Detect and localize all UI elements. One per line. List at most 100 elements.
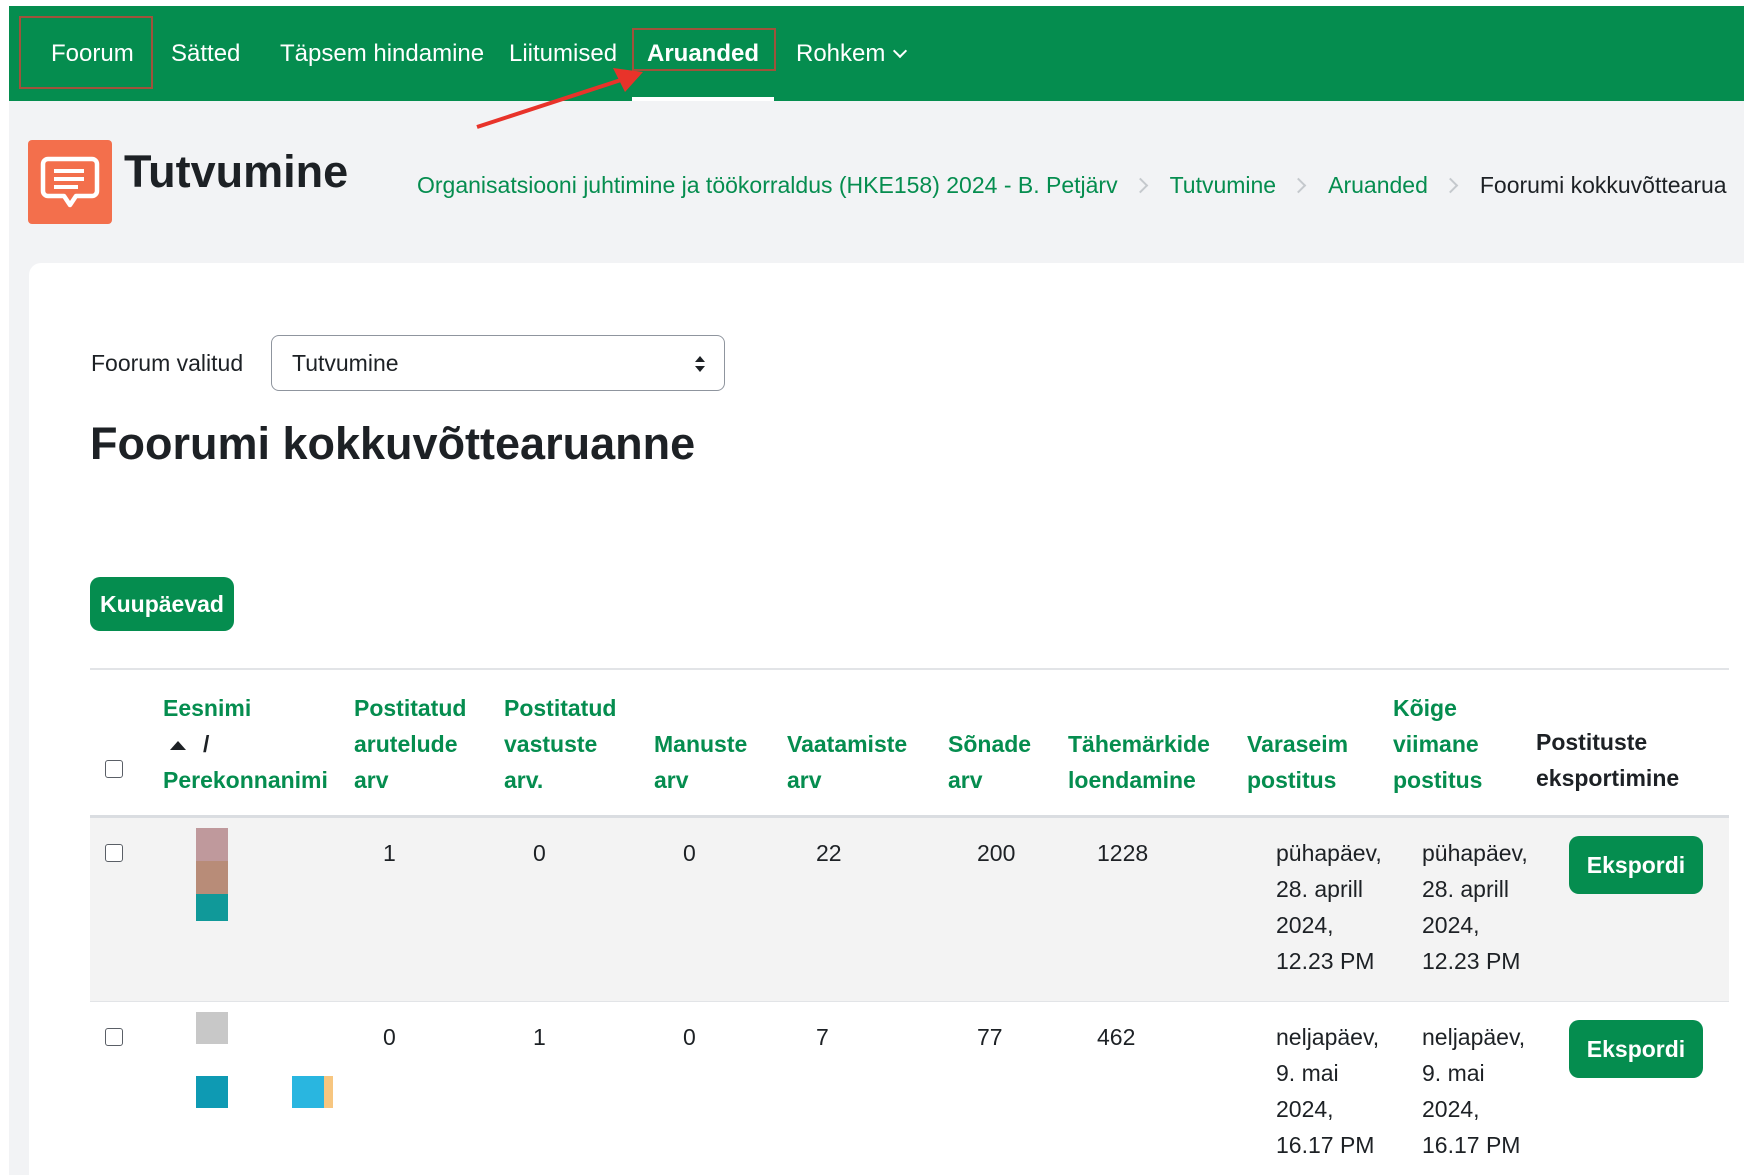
redacted-name-block <box>196 1012 228 1044</box>
column-header-chars[interactable]: Tähemärkide loendamine <box>1068 726 1210 798</box>
cell-latest-line1: neljapäev, <box>1422 1024 1526 1050</box>
tab-satted[interactable]: Sätted <box>171 6 240 101</box>
cell-latest: pühapäev, 28. aprill 2024, 12.23 PM <box>1422 835 1528 979</box>
cell-earliest-line4: 16.17 PM <box>1276 1132 1375 1158</box>
forum-select[interactable]: Tutvumine <box>271 335 725 391</box>
header-discussions-line2: arutelude <box>354 731 458 757</box>
header-latest-line1: Kõige <box>1393 695 1457 721</box>
column-header-name[interactable]: Eesnimi / Perekonnanimi <box>163 690 328 798</box>
export-button[interactable]: Ekspordi <box>1569 836 1703 894</box>
cell-attachments: 0 <box>683 840 696 866</box>
column-header-replies[interactable]: Postitatud vastuste arv. <box>504 690 616 798</box>
cell-discussions: 1 <box>383 840 396 866</box>
cell-latest-line4: 16.17 PM <box>1422 1132 1521 1158</box>
column-header-export: Postituste eksportimine <box>1536 724 1679 796</box>
breadcrumb-current: Foorumi kokkuvõttearua <box>1479 172 1727 198</box>
cell-replies: 1 <box>533 1024 546 1050</box>
secondary-navigation: Foorum Sätted Täpsem hindamine Liitumise… <box>9 6 1744 101</box>
cell-replies: 0 <box>533 840 546 866</box>
breadcrumb-reports-link[interactable]: Aruanded <box>1328 172 1428 199</box>
cell-words: 200 <box>977 840 1016 866</box>
cell-earliest-line1: neljapäev, <box>1276 1024 1380 1050</box>
chevron-right-icon <box>1442 177 1459 194</box>
header-replies-line3: arv. <box>504 767 544 793</box>
breadcrumb-forum-link[interactable]: Tutvumine <box>1170 172 1277 199</box>
cell-latest-line3: 2024, <box>1422 912 1480 938</box>
header-earliest-line2: postitus <box>1247 767 1337 793</box>
tab-satted-label: Sätted <box>171 39 241 67</box>
tab-tapsem-hindamine-label: Täpsem hindamine <box>280 39 485 67</box>
tab-rohkem-label: Rohkem <box>796 39 886 67</box>
column-header-latest[interactable]: Kõige viimane postitus <box>1393 690 1482 798</box>
report-title: Foorumi kokkuvõttearuanne <box>90 418 696 469</box>
header-attachments-line1: Manuste <box>654 731 748 757</box>
forum-chat-icon <box>40 156 100 208</box>
annotation-arrow-icon <box>476 68 643 129</box>
header-words-line2: arv <box>948 767 983 793</box>
row-checkbox[interactable] <box>105 1028 123 1046</box>
forum-icon <box>28 140 112 224</box>
tab-tapsem-hindamine[interactable]: Täpsem hindamine <box>280 6 484 101</box>
header-export-line1: Postituste <box>1536 729 1648 755</box>
header-latest-line3: postitus <box>1393 767 1483 793</box>
cell-earliest-line3: 2024, <box>1276 912 1334 938</box>
page-title: Tutvumine <box>124 146 349 197</box>
header-discussions-line1: Postitatud <box>354 695 467 721</box>
header-attachments-line2: arv <box>654 767 689 793</box>
column-header-views[interactable]: Vaatamiste arv <box>787 726 907 798</box>
chevron-down-icon <box>893 43 908 58</box>
cell-earliest-line2: 28. aprill <box>1276 876 1363 902</box>
cell-latest-line2: 28. aprill <box>1422 876 1509 902</box>
header-discussions-line3: arv <box>354 767 389 793</box>
cell-views: 7 <box>816 1024 829 1050</box>
header-export-line2: eksportimine <box>1536 765 1680 791</box>
column-header-words[interactable]: Sõnade arv <box>948 726 1031 798</box>
table-header-border <box>90 815 1729 818</box>
select-all-checkbox[interactable] <box>105 760 123 778</box>
header-chars-line2: loendamine <box>1068 767 1196 793</box>
redacted-name-block <box>196 861 228 894</box>
column-header-earliest[interactable]: Varaseim postitus <box>1247 726 1348 798</box>
header-words-line1: Sõnade <box>948 731 1032 757</box>
row-checkbox[interactable] <box>105 844 123 862</box>
header-lastname[interactable]: Perekonnanimi <box>163 762 328 798</box>
redacted-name-block <box>292 1076 324 1108</box>
header-firstname[interactable]: Eesnimi <box>163 690 328 726</box>
breadcrumb-course-link[interactable]: Organisatsiooni juhtimine ja töökorraldu… <box>417 172 1118 199</box>
cell-words: 77 <box>977 1024 1003 1050</box>
cell-latest-line1: pühapäev, <box>1422 840 1528 866</box>
cell-earliest: pühapäev, 28. aprill 2024, 12.23 PM <box>1276 835 1382 979</box>
table-top-border <box>90 668 1729 670</box>
cell-attachments: 0 <box>683 1024 696 1050</box>
cell-earliest: neljapäev, 9. mai 2024, 16.17 PM <box>1276 1019 1379 1163</box>
export-button[interactable]: Ekspordi <box>1569 1020 1703 1078</box>
moodle-page: Foorum Sätted Täpsem hindamine Liitumise… <box>9 6 1744 1175</box>
column-header-attachments[interactable]: Manuste arv <box>654 726 747 798</box>
cell-earliest-line3: 2024, <box>1276 1096 1334 1122</box>
redacted-name-block <box>324 1076 333 1108</box>
select-arrows-icon <box>695 356 705 372</box>
header-replies-line1: Postitatud <box>504 695 617 721</box>
header-earliest-line1: Varaseim <box>1247 731 1349 757</box>
cell-earliest-line2: 9. mai <box>1276 1060 1339 1086</box>
tab-rohkem[interactable]: Rohkem <box>796 6 908 101</box>
breadcrumb: Organisatsiooni juhtimine ja töökorraldu… <box>417 172 1727 199</box>
cell-views: 22 <box>816 840 842 866</box>
header-latest-line2: viimane <box>1393 731 1479 757</box>
cell-chars: 462 <box>1097 1024 1136 1050</box>
cell-earliest-line4: 12.23 PM <box>1276 948 1375 974</box>
forum-select-label: Foorum valitud <box>91 350 244 376</box>
cell-discussions: 0 <box>383 1024 396 1050</box>
cell-earliest-line1: pühapäev, <box>1276 840 1382 866</box>
header-slash: / <box>203 731 210 757</box>
chevron-right-icon <box>1132 177 1148 194</box>
forum-select-value: Tutvumine <box>292 350 399 376</box>
column-header-discussions[interactable]: Postitatud arutelude arv <box>354 690 466 798</box>
header-views-line2: arv <box>787 767 822 793</box>
cell-latest-line2: 9. mai <box>1422 1060 1485 1086</box>
header-sort-row: / <box>163 726 328 762</box>
redacted-name-block <box>196 894 228 921</box>
dates-button[interactable]: Kuupäevad <box>90 577 234 631</box>
redacted-name-block <box>196 828 228 861</box>
table-row-separator <box>90 1001 1729 1002</box>
